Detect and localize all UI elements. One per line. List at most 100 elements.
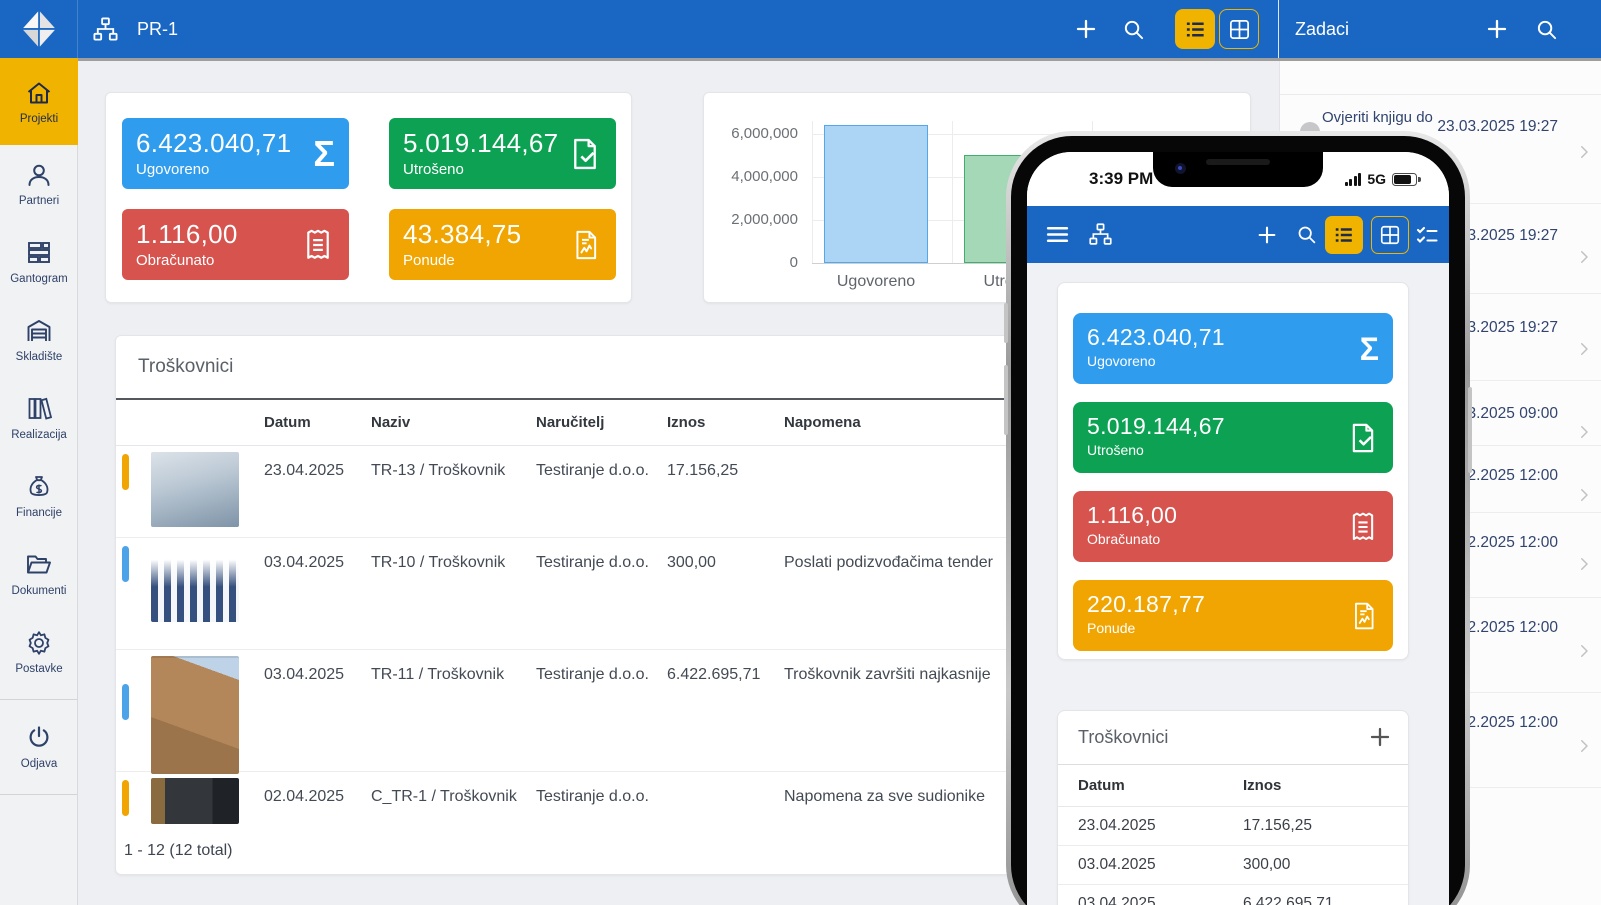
plus-icon (1485, 17, 1509, 41)
task-datetime: 3.2025 09:00 (1467, 405, 1558, 423)
phone-app-header (1027, 206, 1449, 263)
search-button[interactable] (1113, 9, 1153, 49)
list-view-button[interactable] (1325, 216, 1363, 254)
stat-label: Ugovoreno (1087, 353, 1379, 369)
sidebar-item-partneri[interactable]: Partneri (0, 145, 78, 223)
checklist-icon[interactable] (1415, 223, 1439, 247)
stat-tile-utroseno[interactable]: 5.019.144,67 Utrošeno (1073, 402, 1393, 473)
cell-naziv: C_TR-1 / Troškovnik (371, 788, 517, 806)
column-header-narucitelj[interactable]: Naručitelj (536, 414, 604, 431)
project-title: PR-1 (137, 19, 178, 40)
sidebar-item-dokumenti[interactable]: Dokumenti (0, 535, 78, 613)
cell-iznos: 300,00 (1243, 856, 1290, 874)
chart-xtick-label: Ugovoreno (806, 273, 946, 291)
chart-ytick-label: 6,000,000 (704, 125, 798, 142)
sidebar-item-skladiste[interactable]: Skladište (0, 301, 78, 379)
column-header-iznos[interactable]: Iznos (667, 414, 705, 431)
chart-category-separator (812, 121, 813, 263)
column-header-napomena[interactable]: Napomena (784, 414, 861, 431)
phone-camera (1175, 163, 1186, 174)
grid-view-button[interactable] (1219, 9, 1259, 49)
project-hierarchy-icon[interactable] (1088, 222, 1113, 247)
chart-category-separator (952, 121, 953, 263)
sidebar-item-projekti[interactable]: Projekti (0, 58, 78, 145)
stat-tile-obracunato[interactable]: 1.116,00 Obračunato (1073, 491, 1393, 562)
task-datetime: 2.2025 12:00 (1467, 467, 1558, 485)
cell-naziv: TR-13 / Troškovnik (371, 462, 505, 480)
search-button[interactable] (1296, 224, 1317, 245)
menu-hamburger-icon[interactable] (1045, 222, 1070, 247)
phone-volume-down-button (1004, 365, 1008, 435)
stat-tile-ugovoreno[interactable]: 6.423.040,71 Ugovoreno Σ (122, 118, 349, 189)
add-task-button[interactable] (1477, 9, 1517, 49)
stat-tile-ponude[interactable]: 43.384,75 Ponude (389, 209, 616, 280)
row-thumbnail (151, 778, 239, 824)
document-check-icon (1347, 422, 1379, 454)
phone-table-row[interactable]: 03.04.2025 6.422.695,71 (1058, 885, 1408, 905)
row-status-indicator (122, 684, 129, 720)
network-type-label: 5G (1367, 171, 1386, 187)
phone-volume-up-button (1004, 303, 1008, 343)
stat-tile-obracunato[interactable]: 1.116,00 Obračunato (122, 209, 349, 280)
phone-table-row[interactable]: 03.04.2025 300,00 (1058, 846, 1408, 885)
top-header: PR-1 Zadaci (0, 0, 1601, 61)
gear-icon (25, 629, 53, 657)
stat-value: 220.187,77 (1087, 591, 1379, 618)
sidebar-item-label: Postavke (15, 663, 62, 675)
sidebar-item-odjava[interactable]: Odjava (0, 708, 78, 786)
phone-table-row[interactable]: 23.04.2025 17.156,25 (1058, 807, 1408, 846)
plus-icon (1074, 17, 1098, 41)
cell-iznos: 300,00 (667, 554, 716, 572)
house-icon (25, 79, 53, 107)
sidebar-divider (0, 794, 77, 795)
phone-costsheets-header: Troškovnici (1058, 711, 1408, 765)
column-header-datum[interactable]: Datum (264, 414, 311, 431)
costsheets-title: Troškovnici (138, 356, 233, 378)
add-button[interactable] (1256, 224, 1278, 246)
power-icon (25, 724, 53, 752)
project-hierarchy-icon (92, 16, 119, 48)
search-tasks-button[interactable] (1526, 9, 1566, 49)
list-view-icon (1184, 18, 1207, 41)
folder-icon (25, 551, 53, 579)
sidebar-item-label: Odjava (21, 758, 57, 770)
stat-tile-utroseno[interactable]: 5.019.144,67 Utrošeno (389, 118, 616, 189)
sigma-icon: Σ (313, 136, 335, 172)
search-icon (1535, 18, 1558, 41)
chevron-right-icon (1575, 555, 1593, 578)
cell-datum: 02.04.2025 (264, 788, 344, 806)
phone-mockup: 3:39 PM 5G (1006, 131, 1470, 905)
app-logo[interactable] (0, 0, 78, 58)
sidebar-item-realizacija[interactable]: Realizacija (0, 379, 78, 457)
stat-tile-ponude[interactable]: 220.187,77 Ponude (1073, 580, 1393, 651)
chevron-right-icon (1575, 248, 1593, 271)
cell-datum: 23.04.2025 (264, 462, 344, 480)
cell-iznos: 6.422.695,71 (667, 666, 760, 684)
document-stats-icon (1349, 601, 1379, 631)
add-button[interactable] (1066, 9, 1106, 49)
row-thumbnail (151, 544, 239, 622)
grid-view-button[interactable] (1371, 216, 1409, 254)
phone-screen: 3:39 PM 5G (1027, 152, 1449, 905)
task-datetime: 23.03.2025 19:27 (1437, 118, 1558, 136)
chart-ytick-label: 2,000,000 (704, 211, 798, 228)
column-header-naziv[interactable]: Naziv (371, 414, 410, 431)
sidebar-item-financije[interactable]: Financije (0, 457, 78, 535)
list-view-button[interactable] (1175, 9, 1215, 49)
stat-tile-ugovoreno[interactable]: 6.423.040,71 Ugovoreno Σ (1073, 313, 1393, 384)
chart-ytick-label: 0 (704, 254, 798, 271)
column-header-datum[interactable]: Datum (1078, 777, 1125, 794)
column-header-iznos[interactable]: Iznos (1243, 777, 1281, 794)
grid-view-icon (1379, 224, 1401, 246)
phone-power-button (1468, 387, 1472, 473)
sidebar-item-gantogram[interactable]: Gantogram (0, 223, 78, 301)
sidebar-item-label: Financije (16, 507, 62, 519)
stat-label: Obračunato (1087, 531, 1379, 547)
chevron-right-icon (1575, 486, 1593, 509)
add-costsheet-button[interactable] (1368, 725, 1392, 754)
cell-datum: 03.04.2025 (264, 554, 344, 572)
cell-iznos: 17.156,25 (1243, 817, 1312, 835)
stat-label: Ugovoreno (136, 161, 335, 178)
phone-content: 6.423.040,71 Ugovoreno Σ 5.019.144,67 Ut… (1027, 263, 1449, 905)
sidebar-item-postavke[interactable]: Postavke (0, 613, 78, 691)
